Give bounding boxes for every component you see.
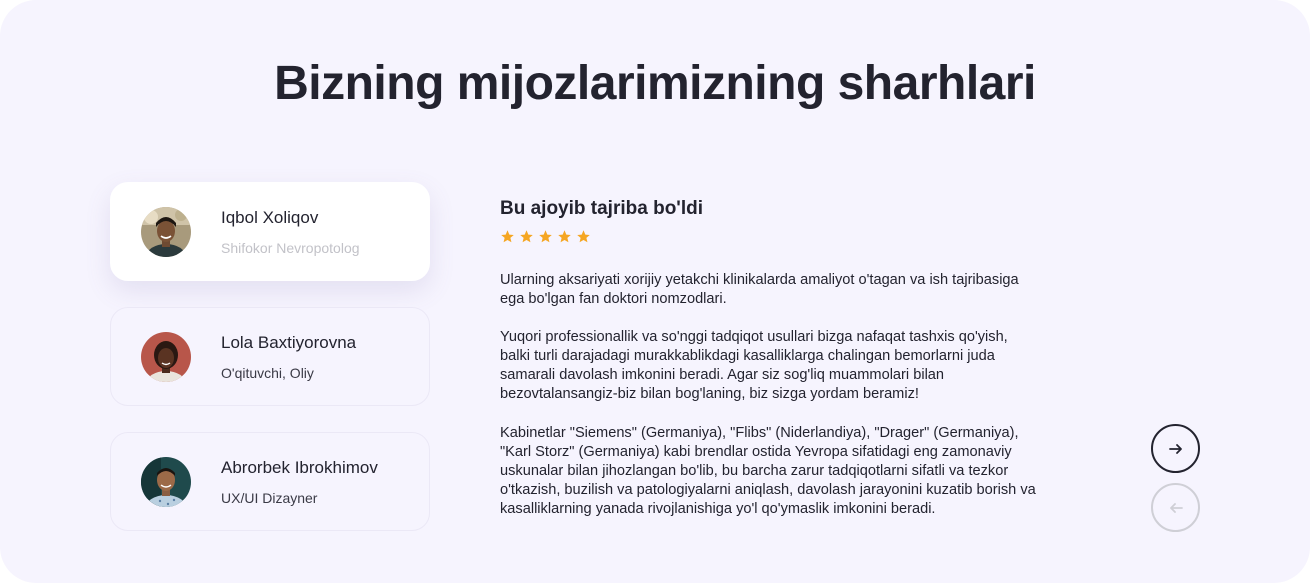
star-icon — [558, 230, 571, 243]
next-button[interactable] — [1151, 424, 1200, 473]
testimonial-card-iqbol[interactable]: Iqbol Xoliqov Shifokor Nevropotolog — [110, 182, 430, 281]
star-icon — [577, 230, 590, 243]
reviewer-name: Iqbol Xoliqov — [221, 207, 319, 227]
star-icon — [539, 230, 552, 243]
star-icon — [520, 230, 533, 243]
review-paragraph: Ularning aksariyati xorijiy yetakchi kli… — [500, 272, 1019, 307]
testimonials-section: Bizning mijozlarimizning sharhlari Iqbol… — [0, 0, 1310, 583]
reviewer-role: UX/UI Dizayner — [221, 489, 318, 506]
review-paragraph: Yuqori professionallik va so'nggi tadqiq… — [500, 329, 1008, 402]
arrow-right-icon — [1168, 443, 1182, 454]
testimonial-card-lola[interactable]: Lola Baxtiyorovna O'qituvchi, Oliy — [110, 307, 430, 406]
reviewer-role: Shifokor Nevropotolog — [221, 239, 360, 256]
reviewer-role: O'qituvchi, Oliy — [221, 364, 314, 381]
review-title: Bu ajoyib tajriba bo'ldi — [500, 198, 703, 219]
avatar — [141, 206, 191, 257]
reviewer-name: Lola Baxtiyorovna — [221, 332, 357, 352]
prev-button[interactable] — [1151, 483, 1200, 532]
testimonial-card-abrorbek[interactable]: Abrorbek Ibrokhimov UX/UI Dizayner — [110, 432, 430, 531]
arrow-left-icon — [1169, 502, 1183, 513]
avatar — [141, 456, 191, 507]
review-paragraph: Kabinetlar "Siemens" (Germaniya), "Flibs… — [500, 425, 1036, 517]
star-icon — [501, 230, 514, 243]
rating-stars — [500, 229, 591, 244]
avatar — [141, 331, 191, 382]
reviewer-name: Abrorbek Ibrokhimov — [221, 457, 378, 477]
section-title: Bizning mijozlarimizning sharhlari — [274, 57, 1036, 110]
